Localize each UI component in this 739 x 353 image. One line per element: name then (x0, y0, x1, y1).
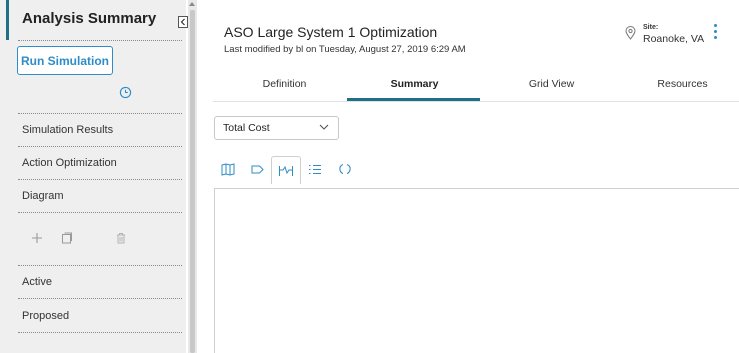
divider (18, 113, 182, 114)
main-panel: ASO Large System 1 Optimization Last mod… (197, 0, 739, 353)
run-simulation-button[interactable]: Run Simulation (17, 46, 113, 75)
list-icon (309, 164, 321, 174)
tab-resources[interactable]: Resources (635, 78, 730, 90)
page-title: ASO Large System 1 Optimization (224, 24, 438, 40)
site-label: Site: (643, 24, 659, 31)
sidebar-item-diagram[interactable]: Diagram (22, 190, 64, 202)
chevron-down-icon (319, 124, 329, 130)
tab-summary[interactable]: Summary (367, 78, 462, 90)
chevron-left-icon (180, 18, 185, 26)
metric-select[interactable]: Total Cost (214, 116, 339, 140)
divider (18, 179, 182, 180)
chart-area[interactable] (214, 188, 739, 353)
divider (18, 212, 182, 213)
divider (18, 265, 182, 266)
tag-icon (251, 165, 264, 173)
sidebar-accent-bar (6, 0, 9, 40)
sidebar-title: Analysis Summary (22, 10, 157, 27)
metric-select-value: Total Cost (223, 122, 270, 134)
sidebar-item-proposed[interactable]: Proposed (22, 310, 69, 322)
more-options-icon[interactable] (713, 24, 719, 40)
divider (18, 298, 182, 299)
divider (213, 101, 739, 102)
add-icon[interactable] (31, 232, 43, 244)
tag-tool-button[interactable] (248, 160, 266, 178)
sidebar-item-active[interactable]: Active (22, 276, 52, 288)
chart-range-icon (279, 165, 293, 176)
tab-grid-view[interactable]: Grid View (504, 78, 599, 90)
chart-range-tool-button[interactable] (271, 156, 301, 184)
refresh-tool-button[interactable] (336, 160, 354, 178)
sidebar: Analysis Summary Run Simulation Simulati… (0, 0, 186, 353)
tab-definition[interactable]: Definition (237, 78, 332, 90)
clock-icon[interactable] (119, 86, 132, 99)
scrollbar-thumb[interactable] (190, 10, 195, 353)
scroll-up-arrow-icon[interactable] (189, 2, 195, 6)
sidebar-item-simulation-results[interactable]: Simulation Results (22, 124, 113, 136)
last-modified-text: Last modified by bl on Tuesday, August 2… (224, 44, 466, 55)
copy-icon[interactable] (61, 232, 73, 244)
divider (18, 40, 182, 41)
collapse-sidebar-button[interactable] (178, 16, 188, 28)
sidebar-scrollbar[interactable] (188, 0, 197, 353)
divider (18, 146, 182, 147)
location-pin-icon (625, 26, 636, 40)
divider (18, 332, 182, 333)
sidebar-item-action-optimization[interactable]: Action Optimization (22, 157, 117, 169)
map-icon (221, 162, 235, 176)
list-tool-button[interactable] (306, 160, 324, 178)
refresh-icon (339, 163, 351, 175)
trash-icon[interactable] (115, 232, 127, 244)
site-value: Roanoke, VA (643, 33, 705, 45)
map-tool-button[interactable] (219, 160, 237, 178)
